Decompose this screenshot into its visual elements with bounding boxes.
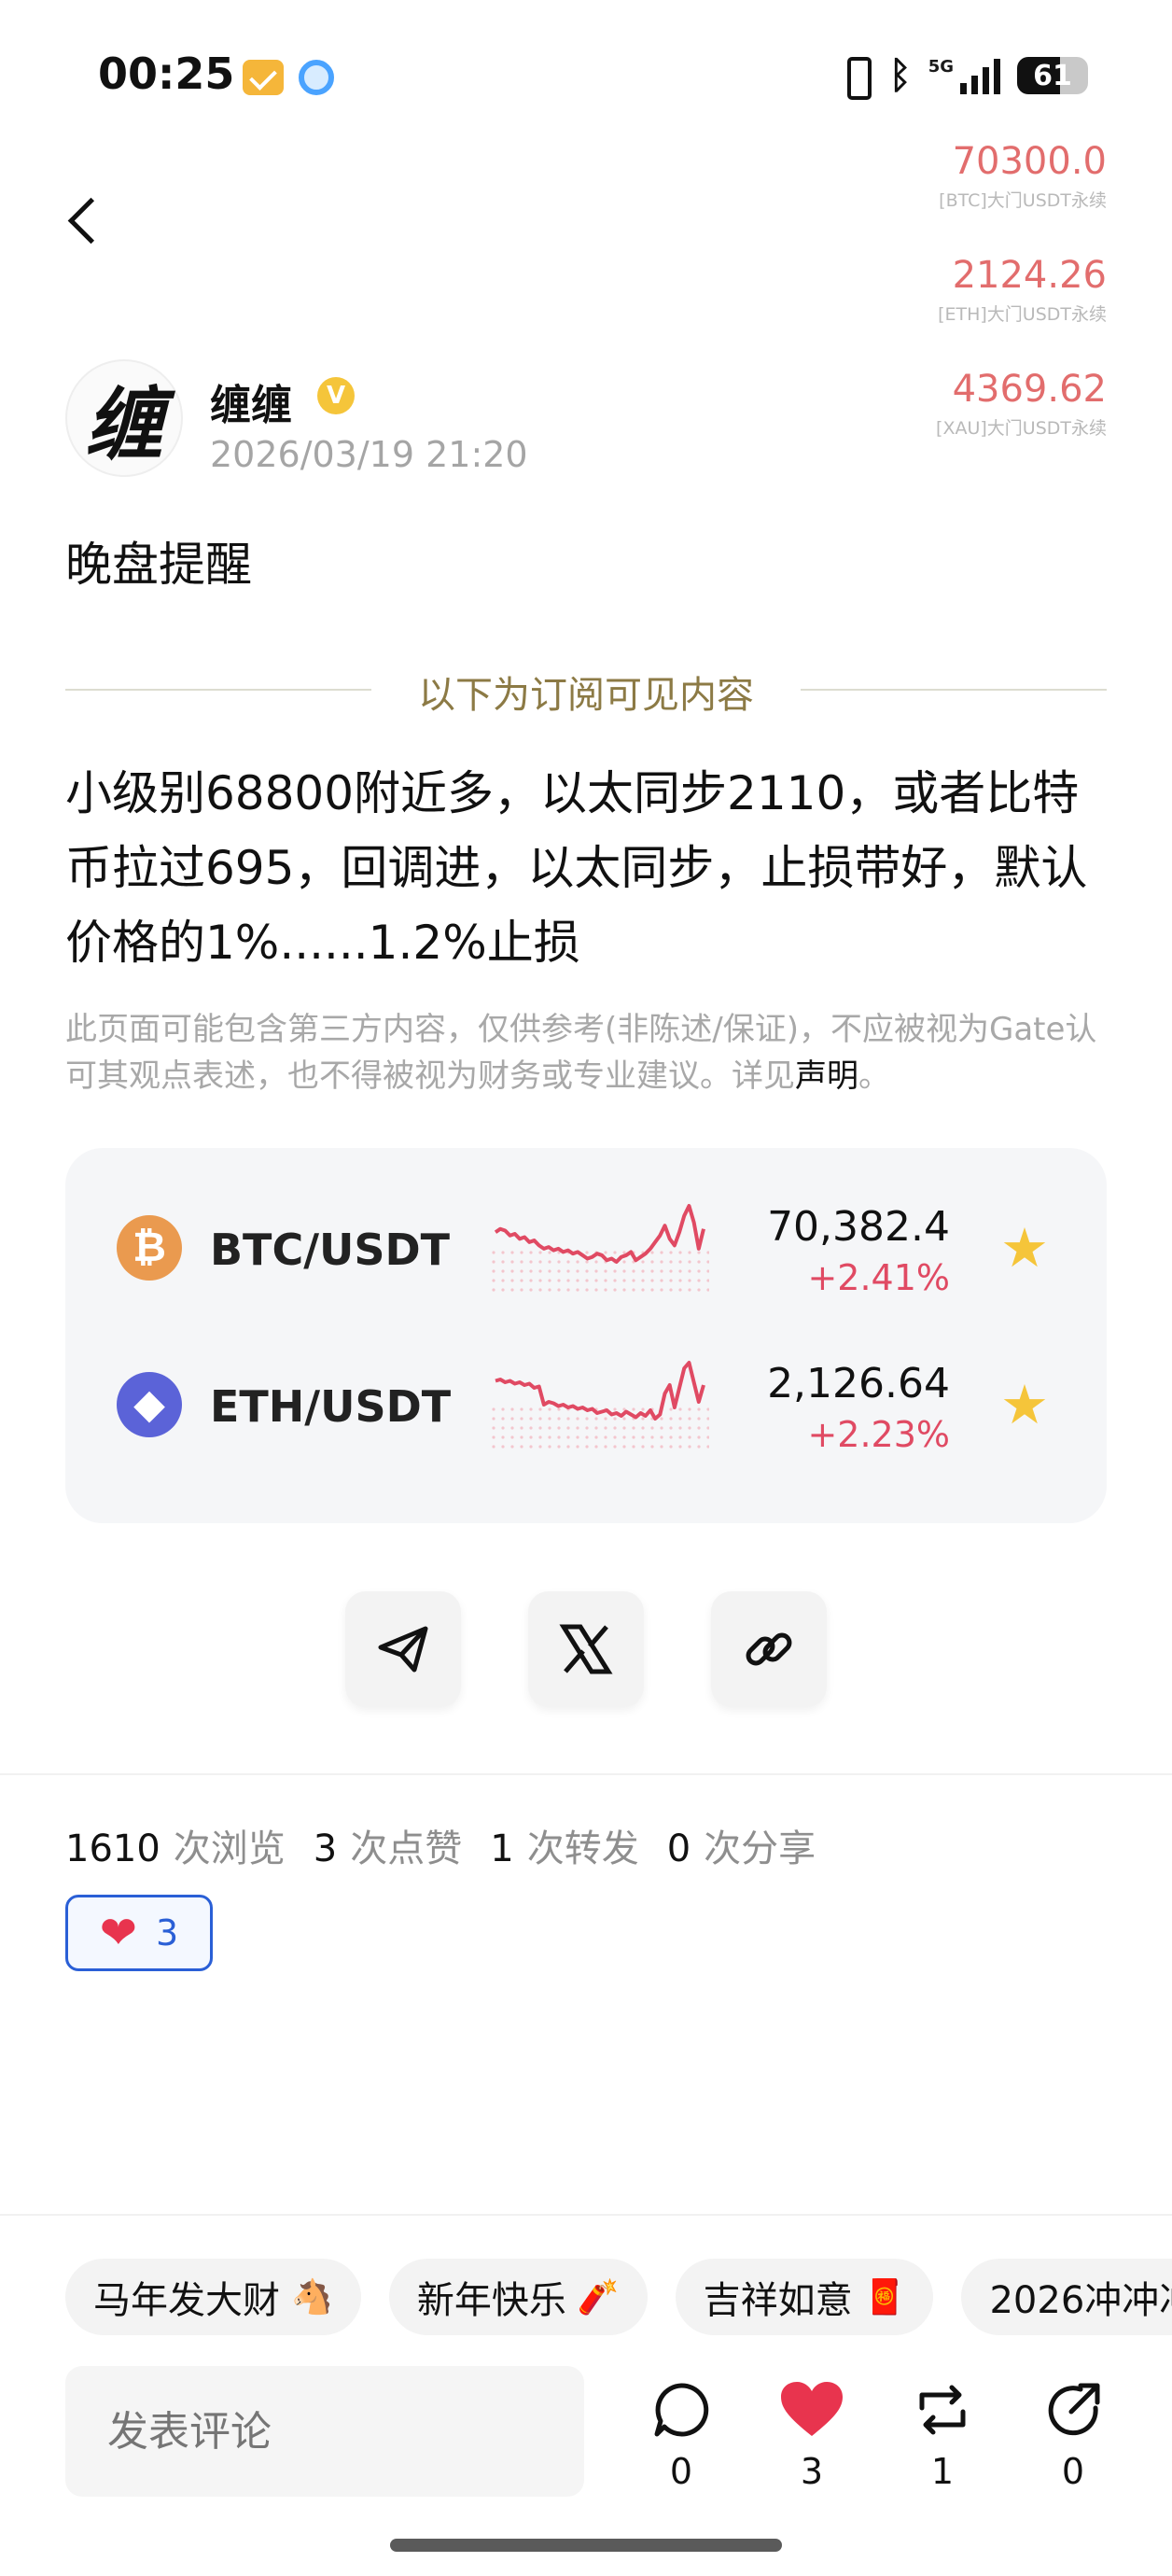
link-icon bbox=[746, 1632, 792, 1666]
reposts-stat: 1 次转发 bbox=[490, 1827, 639, 1870]
bluetooth-icon: ᛒ bbox=[888, 54, 912, 97]
app-notification-icon bbox=[299, 60, 334, 95]
quick-tag[interactable]: 2026冲冲冲 bbox=[961, 2259, 1172, 2335]
disclaimer: 此页面可能包含第三方内容，仅供参考(非陈述/保证)，不应被视为Gate认可其观点… bbox=[65, 1006, 1110, 1099]
firecracker-icon: 🧨 bbox=[577, 2278, 620, 2317]
comment-action-button[interactable]: 0 bbox=[635, 2378, 728, 2492]
subscriber-divider-label: 以下为订阅可见内容 bbox=[418, 674, 754, 717]
disclaimer-link[interactable]: 声明 bbox=[795, 1057, 858, 1095]
favorite-star-icon[interactable]: ★ bbox=[997, 1220, 1053, 1276]
eth-coin-icon: ◆ bbox=[117, 1372, 182, 1437]
verified-badge-icon: V bbox=[317, 377, 355, 414]
ticker-eth[interactable]: 2124.26 [ETH]大门USDT永续 bbox=[938, 254, 1107, 326]
author-avatar[interactable]: 缠 bbox=[65, 359, 183, 477]
home-indicator bbox=[390, 2539, 782, 2552]
repost-icon bbox=[919, 2385, 966, 2435]
eth-sparkline bbox=[492, 1361, 709, 1449]
red-envelope-icon: 🧧 bbox=[863, 2278, 906, 2317]
copy-link-button[interactable] bbox=[711, 1591, 827, 1707]
quick-tag[interactable]: 马年发大财 🐴 bbox=[65, 2259, 361, 2335]
post-stats: 1610 次浏览 3 次点赞 1 次转发 0 次分享 bbox=[65, 1818, 816, 1872]
pair-change: +2.41% bbox=[807, 1257, 950, 1298]
favorite-star-icon[interactable]: ★ bbox=[997, 1377, 1053, 1433]
disclaimer-text: 此页面可能包含第三方内容，仅供参考(非陈述/保证)，不应被视为Gate认可其观点… bbox=[65, 1011, 1097, 1095]
battery-level: 61 bbox=[1033, 60, 1072, 92]
pair-name: ETH/USDT bbox=[210, 1381, 452, 1432]
heart-reaction-button[interactable]: ❤ 3 bbox=[65, 1895, 213, 1971]
quick-tag[interactable]: 新年快乐 🧨 bbox=[388, 2259, 648, 2335]
ticker-label: [BTC]大门USDT永续 bbox=[939, 190, 1107, 211]
like-count: 3 bbox=[800, 2451, 824, 2492]
sparkline-series bbox=[494, 1204, 705, 1264]
status-indicators: ᛒ 5G 61 bbox=[839, 52, 1088, 100]
share-x-button[interactable] bbox=[528, 1591, 644, 1707]
pair-name: BTC/USDT bbox=[210, 1225, 451, 1275]
disclaimer-end: 。 bbox=[858, 1057, 890, 1095]
post-body: 小级别68800附近多，以太同步2110，或者比特币拉过695，回调进，以太同步… bbox=[65, 766, 1088, 970]
views-stat: 1610 次浏览 bbox=[65, 1827, 286, 1870]
share-telegram-button[interactable] bbox=[345, 1591, 461, 1707]
ticker-label: [XAU]大门USDT永续 bbox=[936, 418, 1107, 439]
author-name[interactable]: 缠缠 bbox=[210, 371, 292, 431]
mail-notification-icon bbox=[243, 60, 284, 95]
post-title: 晚盘提醒 bbox=[65, 538, 252, 592]
heart-filled-icon bbox=[781, 2382, 843, 2436]
market-card: ₿ BTC/USDT 70,382.4 +2.41% ★ ◆ ETH/USDT … bbox=[65, 1148, 1107, 1523]
reaction-count: 3 bbox=[156, 1912, 179, 1953]
market-row-btc[interactable]: ₿ BTC/USDT 70,382.4 +2.41% ★ bbox=[65, 1192, 1107, 1304]
post-timestamp: 2026/03/19 21:20 bbox=[210, 434, 528, 475]
pair-change: +2.23% bbox=[807, 1414, 950, 1455]
heart-icon: ❤ bbox=[99, 1907, 138, 1959]
status-time: 00:25 bbox=[98, 49, 235, 99]
x-icon bbox=[559, 1624, 613, 1674]
section-divider bbox=[0, 2214, 1172, 2216]
avatar-glyph: 缠 bbox=[84, 377, 163, 470]
ticker-price: 4369.62 bbox=[952, 368, 1107, 411]
share-count: 0 bbox=[1061, 2451, 1085, 2492]
signal-icon: 5G bbox=[928, 57, 1000, 94]
shares-stat: 0 次分享 bbox=[666, 1827, 816, 1870]
comment-input[interactable] bbox=[65, 2366, 584, 2497]
comment-icon bbox=[654, 2383, 709, 2437]
ticker-xau[interactable]: 4369.62 [XAU]大门USDT永续 bbox=[936, 368, 1107, 440]
telegram-icon bbox=[378, 1626, 428, 1673]
comment-count: 0 bbox=[669, 2451, 693, 2492]
sparkline-series bbox=[495, 1361, 705, 1421]
status-bar: 00:25 ᛒ 5G 61 bbox=[0, 0, 1172, 159]
repost-count: 1 bbox=[930, 2451, 955, 2492]
btc-coin-icon: ₿ bbox=[117, 1215, 182, 1281]
share-action-button[interactable]: 0 bbox=[1026, 2378, 1120, 2492]
share-icon bbox=[1048, 2383, 1100, 2436]
likes-stat: 3 次点赞 bbox=[313, 1827, 463, 1870]
battery-icon: 61 bbox=[1017, 57, 1088, 94]
ticker-price: 2124.26 bbox=[952, 254, 1107, 297]
network-type: 5G bbox=[928, 57, 954, 77]
quick-comment-tags: 马年发大财🐴 新年快乐🧨 吉祥如意🧧 2026冲冲冲 bbox=[65, 2259, 1172, 2335]
pair-price: 2,126.64 bbox=[767, 1360, 950, 1407]
back-button[interactable] bbox=[56, 191, 116, 251]
section-divider bbox=[0, 1773, 1172, 1775]
ticker-label: [ETH]大门USDT永续 bbox=[938, 304, 1107, 325]
pair-price: 70,382.4 bbox=[767, 1203, 950, 1251]
btc-sparkline bbox=[492, 1204, 709, 1292]
market-row-eth[interactable]: ◆ ETH/USDT 2,126.64 +2.23% ★ bbox=[65, 1349, 1107, 1461]
vibrate-icon bbox=[839, 55, 872, 100]
quick-tag[interactable]: 吉祥如意 🧧 bbox=[675, 2259, 934, 2335]
ticker-price: 70300.0 bbox=[952, 140, 1107, 183]
repost-action-button[interactable]: 1 bbox=[896, 2378, 989, 2492]
like-action-button[interactable]: 3 bbox=[765, 2378, 858, 2492]
ticker-btc[interactable]: 70300.0 [BTC]大门USDT永续 bbox=[939, 140, 1107, 212]
horse-icon: 🐴 bbox=[291, 2278, 333, 2317]
